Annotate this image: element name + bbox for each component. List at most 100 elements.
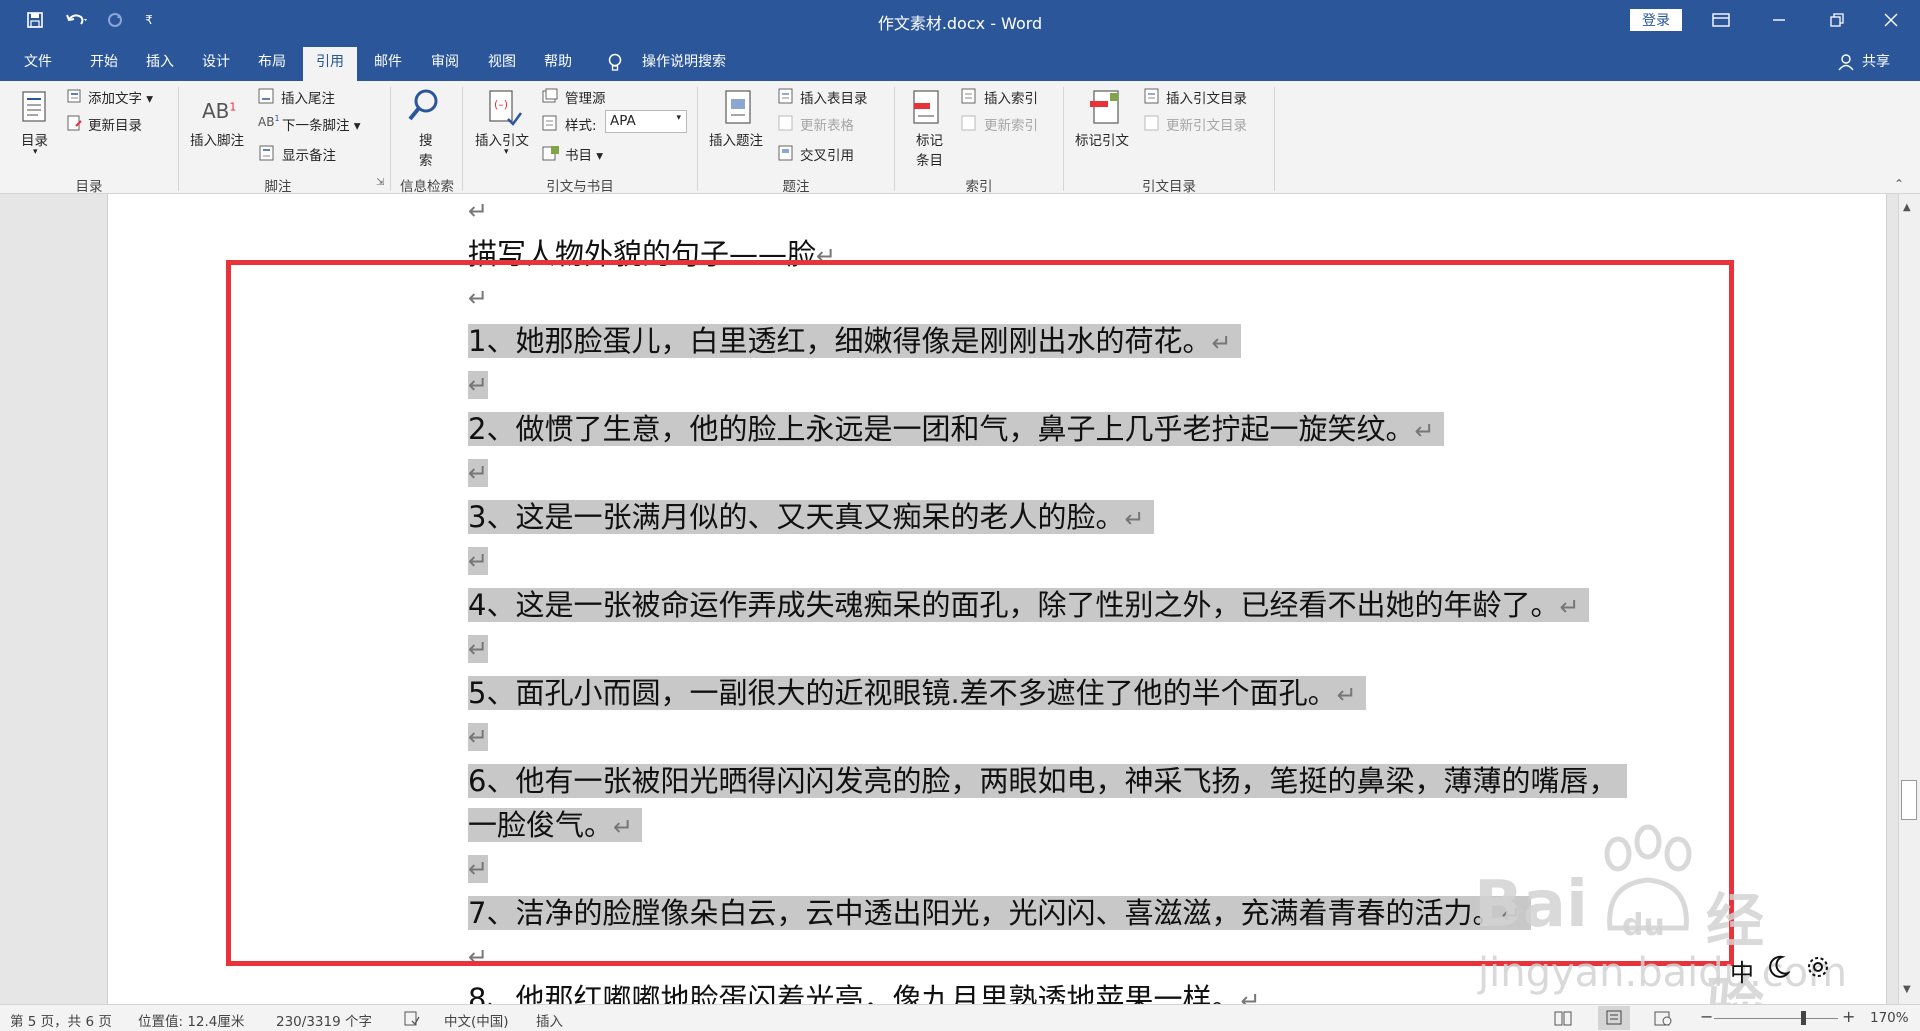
group-label-research: 信息检索 bbox=[400, 179, 454, 195]
web-layout-icon[interactable] bbox=[1654, 1011, 1672, 1026]
redo-icon[interactable] bbox=[102, 6, 128, 34]
login-button[interactable]: 登录 bbox=[1630, 9, 1682, 31]
mark-citation-icon bbox=[1090, 90, 1119, 124]
paragraph-mark: ↵ bbox=[468, 197, 489, 225]
lightbulb-icon[interactable] bbox=[600, 47, 630, 81]
print-layout-icon bbox=[1606, 1010, 1622, 1025]
zoom-out-icon[interactable]: − bbox=[1700, 1007, 1713, 1026]
insert-endnote-icon bbox=[258, 88, 274, 104]
tab-mailings[interactable]: 邮件 bbox=[362, 47, 414, 81]
bibliography-icon bbox=[542, 146, 559, 161]
minimize-icon[interactable] bbox=[1750, 0, 1808, 40]
insert-citation-icon: (–) bbox=[489, 90, 522, 126]
insert-citation-dropdown-icon[interactable]: ▾ bbox=[504, 147, 509, 157]
tab-insert[interactable]: 插入 bbox=[134, 47, 186, 81]
insert-citation-button[interactable]: 插入引文 bbox=[475, 129, 529, 149]
insert-endnote-button[interactable]: 插入尾注 bbox=[281, 87, 335, 107]
read-mode-icon[interactable] bbox=[1554, 1011, 1572, 1026]
tab-layout[interactable]: 布局 bbox=[246, 47, 298, 81]
ribbon-references: 目录 ▾ 添加文字 ▾ 更新目录 目录 AB1 插入脚注 插入尾注 AB1 下一… bbox=[0, 81, 1920, 195]
update-toc-icon bbox=[67, 115, 82, 131]
close-icon[interactable] bbox=[1862, 0, 1920, 40]
cross-reference-icon bbox=[778, 145, 793, 161]
footnote-dialog-launcher-icon[interactable]: ⇲ bbox=[376, 177, 384, 188]
print-layout-button[interactable] bbox=[1598, 1006, 1630, 1030]
zoom-level[interactable]: 170% bbox=[1870, 1010, 1909, 1026]
tab-view[interactable]: 视图 bbox=[476, 47, 528, 81]
update-toa-icon bbox=[1144, 115, 1159, 131]
update-index-icon bbox=[961, 115, 976, 131]
group-label-footnote: 脚注 bbox=[264, 179, 292, 195]
mark-entry-button-bottom[interactable]: 条目 bbox=[916, 149, 943, 169]
add-text-button[interactable]: 添加文字 ▾ bbox=[88, 87, 153, 107]
moon-icon[interactable] bbox=[1768, 955, 1790, 979]
update-table-icon bbox=[778, 115, 793, 131]
group-label-index: 索引 bbox=[965, 179, 993, 195]
citation-style-select[interactable]: APA ▾ bbox=[605, 110, 687, 133]
mark-entry-button-top[interactable]: 标记 bbox=[916, 129, 943, 149]
toc-dropdown-icon[interactable]: ▾ bbox=[33, 147, 38, 157]
list-item[interactable]: 8、他那红嘟嘟地脸蛋闪着光亮，像九月里熟透地苹果一样。↵ bbox=[468, 978, 1261, 1004]
ime-toolbar[interactable]: 中 bbox=[1726, 950, 1894, 987]
zoom-in-icon[interactable]: + bbox=[1842, 1007, 1855, 1026]
search-button-bottom[interactable]: 索 bbox=[419, 149, 433, 169]
user-icon[interactable] bbox=[1836, 47, 1856, 81]
scroll-up-icon[interactable]: ▲ bbox=[1903, 202, 1911, 213]
bibliography-button[interactable]: 书目 ▾ bbox=[565, 144, 603, 164]
insert-caption-button[interactable]: 插入题注 bbox=[709, 129, 763, 149]
language-indicator[interactable]: 中文(中国) bbox=[444, 1010, 509, 1030]
svg-text:(–): (–) bbox=[494, 98, 508, 111]
update-toa-button[interactable]: 更新引文目录 bbox=[1166, 114, 1247, 134]
ribbon-display-options-icon[interactable] bbox=[1692, 0, 1750, 40]
group-label-toa: 引文目录 bbox=[1142, 179, 1196, 195]
insert-index-icon bbox=[961, 88, 976, 104]
proofing-icon[interactable] bbox=[404, 1011, 420, 1026]
tab-review[interactable]: 审阅 bbox=[419, 47, 471, 81]
ime-mode-indicator[interactable]: 中 bbox=[1730, 953, 1754, 988]
word-count[interactable]: 230/3319 个字 bbox=[276, 1010, 372, 1030]
mark-entry-icon bbox=[913, 90, 939, 124]
page-count[interactable]: 第 5 页，共 6 页 bbox=[10, 1010, 112, 1030]
search-button-top[interactable]: 搜 bbox=[419, 129, 433, 149]
restore-icon[interactable] bbox=[1808, 0, 1866, 40]
tab-references[interactable]: 引用 bbox=[303, 47, 357, 81]
zoom-slider[interactable] bbox=[1714, 1011, 1838, 1025]
update-toc-button[interactable]: 更新目录 bbox=[88, 114, 142, 134]
customize-qat-icon[interactable]: ₹ bbox=[140, 6, 158, 34]
cross-reference-button[interactable]: 交叉引用 bbox=[800, 144, 854, 164]
save-icon[interactable] bbox=[22, 6, 48, 34]
tell-me-search[interactable]: 操作说明搜索 bbox=[634, 47, 734, 81]
style-label: 样式: bbox=[565, 118, 597, 134]
tab-file[interactable]: 文件 bbox=[12, 47, 64, 81]
update-table-button[interactable]: 更新表格 bbox=[800, 114, 854, 134]
mark-citation-button[interactable]: 标记引文 bbox=[1075, 129, 1129, 149]
insert-table-of-figures-button[interactable]: 插入表目录 bbox=[800, 87, 868, 107]
share-button[interactable]: 共享 bbox=[1856, 47, 1896, 81]
title-bar: ₹ 作文素材.docx - Word 登录 bbox=[0, 0, 1920, 40]
tab-home[interactable]: 开始 bbox=[78, 47, 130, 81]
collapse-ribbon-icon[interactable]: ⌃ bbox=[1894, 177, 1904, 191]
show-notes-button[interactable]: 显示备注 bbox=[282, 144, 336, 164]
scrollbar-thumb[interactable] bbox=[1901, 780, 1917, 820]
manage-sources-button[interactable]: 管理源 bbox=[565, 87, 606, 107]
insert-index-button[interactable]: 插入索引 bbox=[984, 87, 1038, 107]
vertical-position[interactable]: 位置值: 12.4厘米 bbox=[138, 1010, 244, 1030]
zoom-slider-thumb[interactable] bbox=[1801, 1011, 1807, 1025]
vertical-scrollbar[interactable]: ▲ ▼ bbox=[1898, 194, 1920, 1004]
insert-footnote-button[interactable]: 插入脚注 bbox=[190, 129, 244, 149]
insert-toa-icon bbox=[1144, 88, 1159, 104]
status-bar: 第 5 页，共 6 页 位置值: 12.4厘米 230/3319 个字 中文(中… bbox=[0, 1004, 1920, 1031]
tab-design[interactable]: 设计 bbox=[190, 47, 242, 81]
next-footnote-icon: AB1 bbox=[258, 114, 280, 129]
update-index-button[interactable]: 更新索引 bbox=[984, 114, 1038, 134]
next-footnote-button[interactable]: 下一条脚注 ▾ bbox=[282, 114, 361, 134]
ime-settings-gear-icon[interactable] bbox=[1806, 955, 1830, 979]
toc-button[interactable]: 目录 bbox=[21, 129, 48, 149]
tab-help[interactable]: 帮助 bbox=[532, 47, 584, 81]
scroll-down-icon[interactable]: ▼ bbox=[1903, 984, 1911, 995]
insert-toa-button[interactable]: 插入引文目录 bbox=[1166, 87, 1247, 107]
undo-icon[interactable] bbox=[58, 6, 96, 34]
insert-mode-indicator[interactable]: 插入 bbox=[536, 1010, 563, 1030]
manage-sources-icon bbox=[542, 88, 558, 103]
group-label-toc: 目录 bbox=[75, 179, 103, 195]
